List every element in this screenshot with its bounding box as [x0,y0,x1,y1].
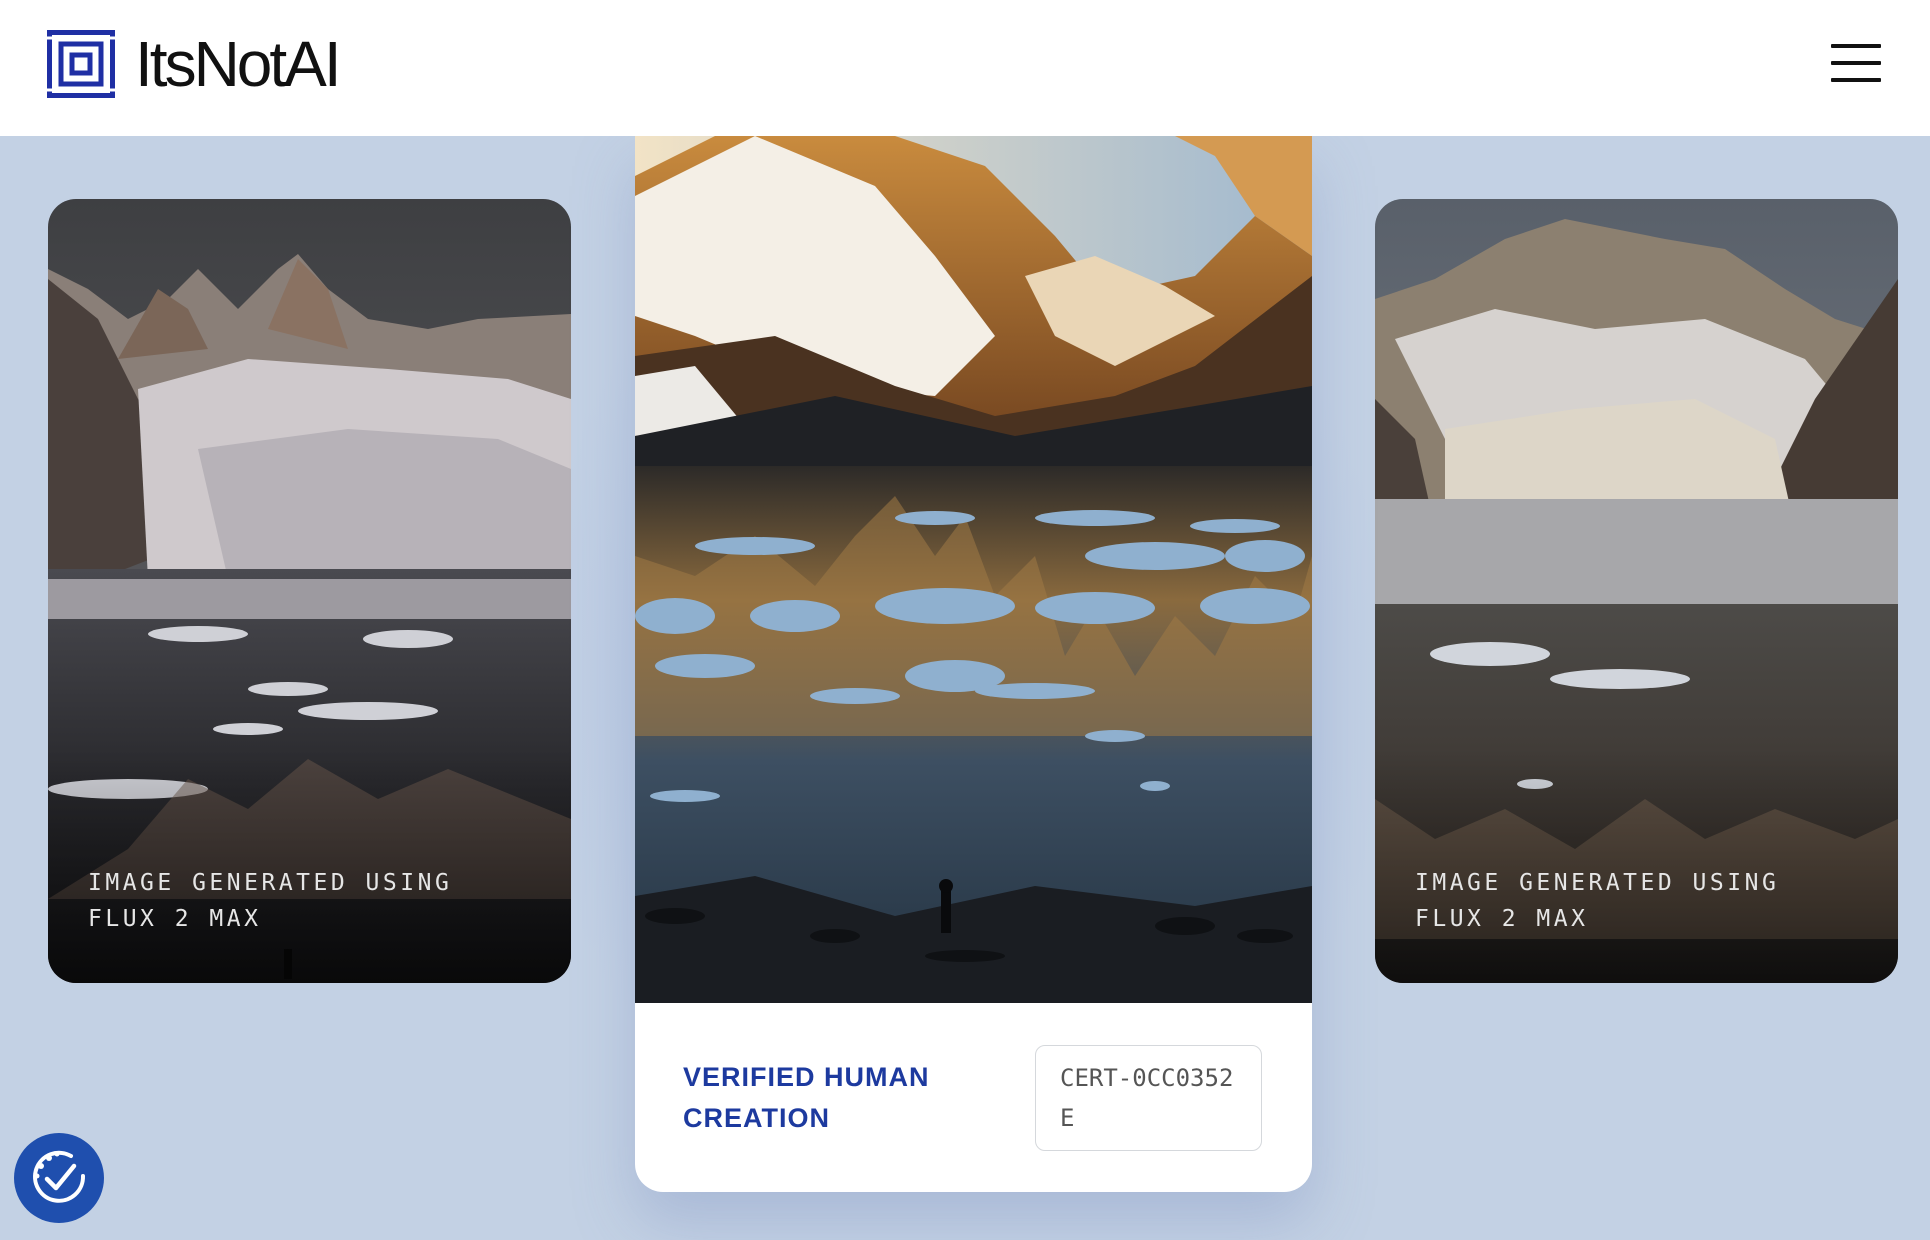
verified-human-badge: VERIFIED HUMAN CREATION [683,1062,930,1133]
hamburger-menu-button[interactable] [1831,42,1881,84]
site-header: ItsNotAI [0,0,1930,136]
concentric-squares-logo-icon [47,30,115,98]
ai-image-caption: IMAGE GENERATED USING FLUX 2 MAX [88,870,453,932]
accessibility-button[interactable] [14,1133,104,1223]
certificate-id[interactable]: CERT-0CC0352E [1035,1045,1262,1151]
brand-name: ItsNotAI [135,28,342,100]
ai-image-caption: IMAGE GENERATED USING FLUX 2 MAX [1415,870,1780,932]
brand-logo[interactable]: ItsNotAI [47,28,342,100]
accessibility-check-icon [33,1150,86,1203]
verified-human-card[interactable]: VERIFIED HUMAN CREATION CERT-0CC0352E [635,136,1312,1192]
ai-image-card-left[interactable]: IMAGE GENERATED USING FLUX 2 MAX [48,199,571,983]
cerro-torre-lake-photo [635,136,1312,1003]
ai-image-card-right[interactable]: IMAGE GENERATED USING FLUX 2 MAX [1375,199,1898,983]
